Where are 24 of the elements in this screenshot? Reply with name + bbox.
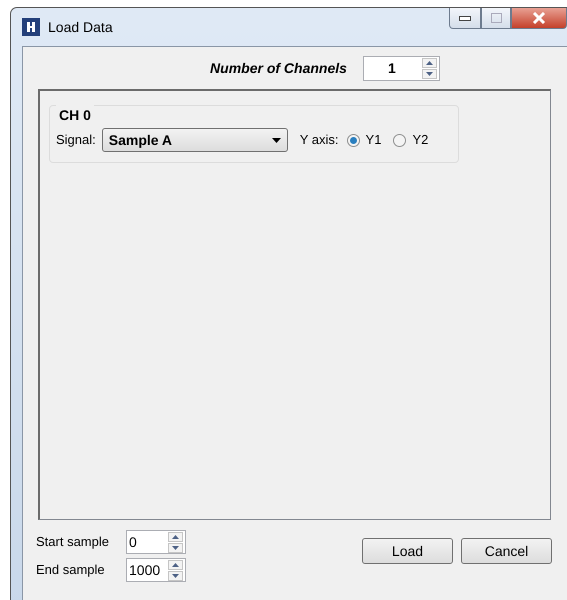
radio-label: Y2 xyxy=(412,131,428,150)
channels-spinner[interactable]: 1 xyxy=(362,56,440,80)
load-button[interactable]: Load xyxy=(362,538,453,564)
field-label: Start sample xyxy=(36,533,110,552)
window-title: Load Data xyxy=(48,18,113,36)
close-button[interactable] xyxy=(511,8,567,29)
signal-label: Signal: xyxy=(56,131,96,150)
radio-button[interactable] xyxy=(393,134,406,146)
field-label: End sample xyxy=(36,561,106,580)
channels-label: Number of Channels xyxy=(210,58,347,78)
minimize-button[interactable] xyxy=(449,8,481,29)
number-spinner[interactable]: 0 xyxy=(126,530,186,554)
number-spinner[interactable]: 1000 xyxy=(126,558,186,582)
signal-dropdown[interactable]: Sample A xyxy=(102,128,288,152)
axis-label: Y axis: xyxy=(300,131,339,150)
maximize-icon xyxy=(490,13,502,23)
cancel-button[interactable]: Cancel xyxy=(461,538,552,564)
close-icon xyxy=(532,12,546,24)
radio-button[interactable] xyxy=(346,134,360,146)
caret-icon xyxy=(272,138,281,142)
radio-label: Y1 xyxy=(366,131,382,150)
app-icon xyxy=(22,18,40,36)
maximize-button[interactable] xyxy=(481,8,511,29)
minimize-icon xyxy=(459,16,471,20)
